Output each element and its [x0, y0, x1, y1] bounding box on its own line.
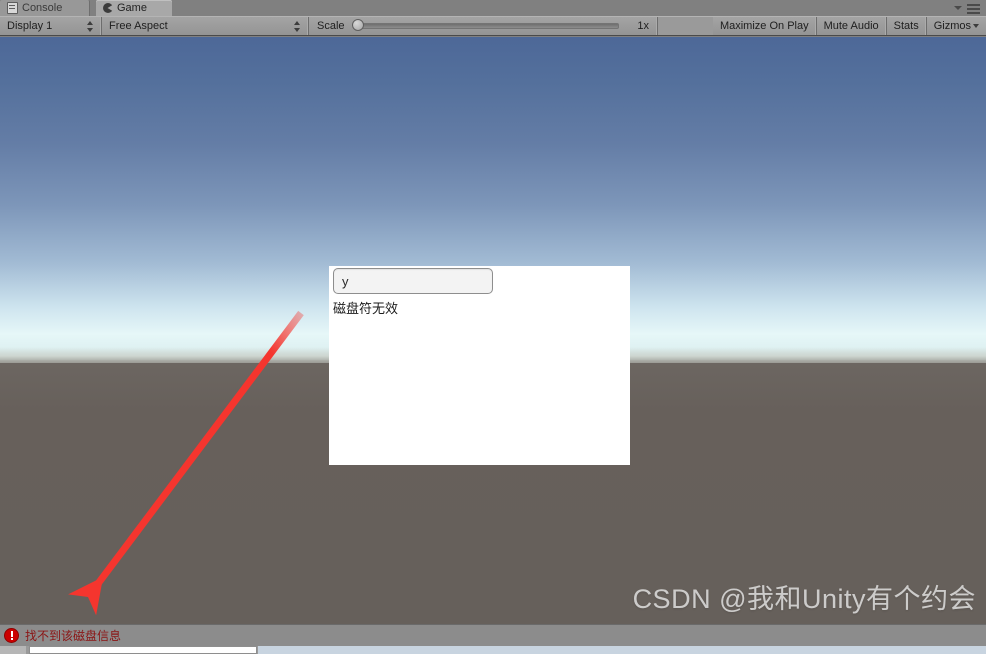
- aspect-ratio-dropdown[interactable]: Free Aspect: [102, 17, 309, 35]
- game-view-toolbar: Display 1 Free Aspect Scale 1x Maximize …: [0, 16, 986, 36]
- status-bar[interactable]: 找不到该磁盘信息: [0, 624, 986, 646]
- hamburger-menu-icon: [967, 4, 980, 16]
- console-icon: [7, 2, 18, 14]
- tab-game[interactable]: Game: [96, 0, 172, 16]
- display-dropdown[interactable]: Display 1: [0, 17, 102, 35]
- updown-arrows-icon: [294, 20, 301, 32]
- stats-button[interactable]: Stats: [886, 17, 927, 35]
- ingame-dialog-panel: 磁盘符无效: [329, 266, 630, 465]
- unity-game-view-window: Console Game Display 1 Free Aspect Scale…: [0, 0, 986, 654]
- dialog-validation-message: 磁盘符无效: [333, 301, 399, 316]
- mute-audio-label: Mute Audio: [823, 20, 879, 32]
- scale-label: Scale: [317, 20, 345, 32]
- sliver-secondary-area: [258, 646, 986, 654]
- drive-letter-input[interactable]: [333, 268, 493, 294]
- aspect-dropdown-label: Free Aspect: [109, 20, 168, 32]
- status-bar-message: 找不到该磁盘信息: [25, 629, 122, 643]
- sliver-tab: [0, 646, 26, 654]
- game-pacman-icon: [103, 3, 113, 13]
- maximize-on-play-button[interactable]: Maximize On Play: [712, 17, 817, 35]
- gizmos-button[interactable]: Gizmos: [926, 17, 986, 35]
- scale-slider-knob[interactable]: [351, 19, 364, 31]
- csdn-watermark: CSDN @我和Unity有个约会: [632, 584, 976, 614]
- gizmos-label: Gizmos: [933, 20, 971, 32]
- stats-label: Stats: [893, 20, 919, 32]
- scale-slider-group[interactable]: Scale 1x: [309, 17, 658, 35]
- chevron-down-icon: [973, 24, 979, 28]
- game-viewport[interactable]: 磁盘符无效 CSDN @我和Unity有个约会: [0, 37, 986, 624]
- toolbar-right-group: Maximize On Play Mute Audio Stats Gizmos: [712, 17, 986, 35]
- chevron-down-icon: [954, 6, 962, 10]
- bottom-panel-sliver: [0, 646, 986, 654]
- scale-slider-track[interactable]: [351, 19, 619, 31]
- display-dropdown-label: Display 1: [7, 20, 53, 32]
- tab-game-label: Game: [117, 2, 147, 14]
- panel-options-menu[interactable]: [954, 2, 980, 14]
- mute-audio-button[interactable]: Mute Audio: [816, 17, 887, 35]
- error-icon: [4, 628, 19, 643]
- sliver-content-area: [29, 646, 257, 654]
- updown-arrows-icon: [87, 20, 94, 32]
- maximize-on-play-label: Maximize On Play: [719, 20, 809, 32]
- panel-tab-strip: Console Game: [0, 0, 986, 16]
- tab-console-label: Console: [22, 2, 63, 14]
- tab-console[interactable]: Console: [0, 0, 90, 16]
- scale-value-label: 1x: [637, 20, 649, 32]
